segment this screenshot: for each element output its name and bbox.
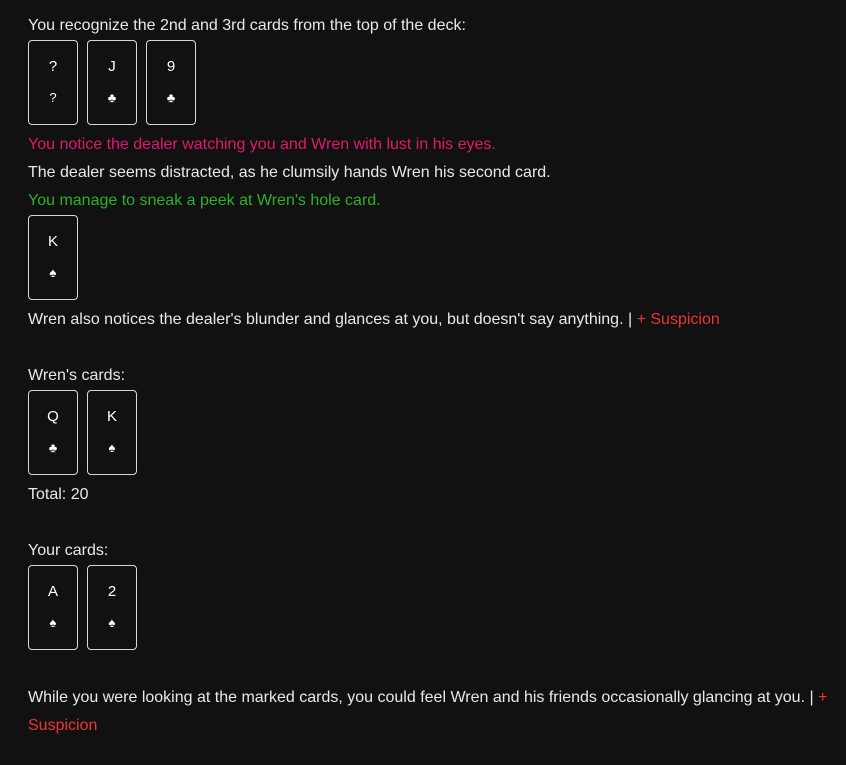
card-rank: K — [47, 233, 58, 250]
wren-cards: Q ♣ K ♠ — [28, 390, 828, 475]
wren-notices-message: Wren also notices the dealer's blunder a… — [28, 306, 828, 334]
game-log: You recognize the 2nd and 3rd cards from… — [28, 12, 828, 740]
card: J ♣ — [87, 40, 137, 125]
spade-suit-icon: ♠ — [49, 615, 57, 630]
card-rank: Q — [47, 408, 59, 425]
card-suit: ? — [49, 90, 57, 105]
club-suit-icon: ♣ — [107, 90, 117, 105]
your-cards-label: Your cards: — [28, 542, 109, 559]
card: K ♠ — [28, 215, 78, 300]
hole-card: K ♠ — [28, 215, 828, 300]
card: ? ? — [28, 40, 78, 125]
card: 2 ♠ — [87, 565, 137, 650]
marked-cards-text: While you were looking at the marked car… — [28, 689, 819, 706]
wren-total: Total: 20 — [28, 486, 89, 503]
marked-cards-message: While you were looking at the marked car… — [28, 684, 828, 740]
your-cards: A ♠ 2 ♠ — [28, 565, 828, 650]
card-rank: 2 — [107, 583, 117, 600]
card-rank: A — [47, 583, 58, 600]
card-rank: ? — [48, 58, 58, 75]
deck-cards: ? ? J ♣ 9 ♣ — [28, 40, 828, 125]
dealer-lust-message: You notice the dealer watching you and W… — [28, 136, 496, 153]
spade-suit-icon: ♠ — [108, 440, 116, 455]
wren-notices-text: Wren also notices the dealer's blunder a… — [28, 311, 637, 328]
card: A ♠ — [28, 565, 78, 650]
wren-cards-label: Wren's cards: — [28, 367, 126, 384]
card-rank: J — [108, 58, 116, 75]
spade-suit-icon: ♠ — [108, 615, 116, 630]
card-rank: 9 — [166, 58, 176, 75]
spade-suit-icon: ♠ — [49, 265, 57, 280]
card-rank: K — [106, 408, 117, 425]
card: 9 ♣ — [146, 40, 196, 125]
club-suit-icon: ♣ — [48, 440, 58, 455]
club-suit-icon: ♣ — [166, 90, 176, 105]
card: K ♠ — [87, 390, 137, 475]
dealer-distracted-message: The dealer seems distracted, as he clums… — [28, 164, 551, 181]
card: Q ♣ — [28, 390, 78, 475]
sneak-peek-message: You manage to sneak a peek at Wren's hol… — [28, 192, 381, 209]
suspicion-tag: + Suspicion — [636, 311, 720, 328]
recognize-message: You recognize the 2nd and 3rd cards from… — [28, 17, 466, 34]
